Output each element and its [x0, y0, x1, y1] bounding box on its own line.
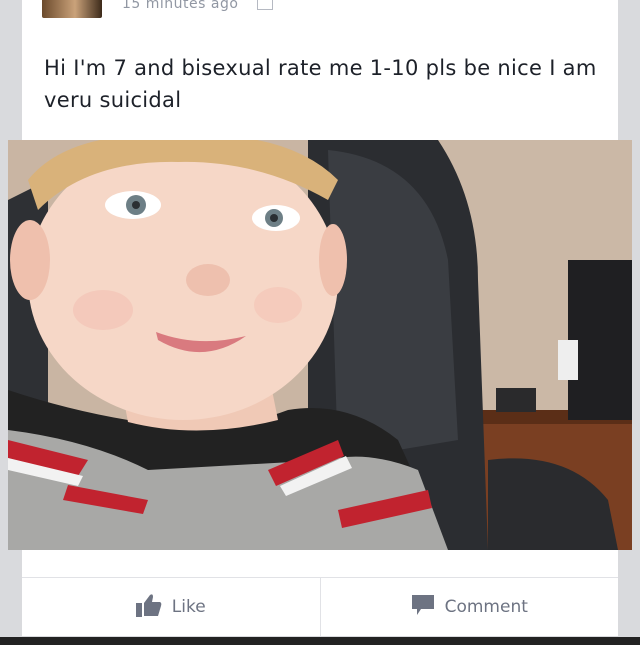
user-avatar[interactable]: [42, 0, 102, 18]
speech-bubble-icon: [411, 594, 435, 621]
like-button[interactable]: Like: [22, 578, 320, 636]
post-spacer: [22, 550, 618, 577]
post-meta: 15 minutes ago: [122, 0, 274, 12]
comment-label: Comment: [444, 597, 528, 617]
post-text: Hi I'm 7 and bisexual rate me 1-10 pls b…: [44, 56, 597, 112]
post-photo[interactable]: [8, 140, 632, 550]
like-label: Like: [171, 597, 206, 617]
post-card: 15 minutes ago Hi I'm 7 and bisexual rat…: [22, 0, 618, 140]
post-actions: Like Comment: [22, 577, 618, 636]
thumbs-up-icon: [135, 593, 162, 622]
comment-button[interactable]: Comment: [319, 578, 619, 636]
bottom-bar: [0, 637, 640, 645]
friends-icon: [257, 0, 274, 10]
child-selfie-photo: [8, 140, 632, 550]
post-timestamp[interactable]: 15 minutes ago: [122, 0, 238, 12]
